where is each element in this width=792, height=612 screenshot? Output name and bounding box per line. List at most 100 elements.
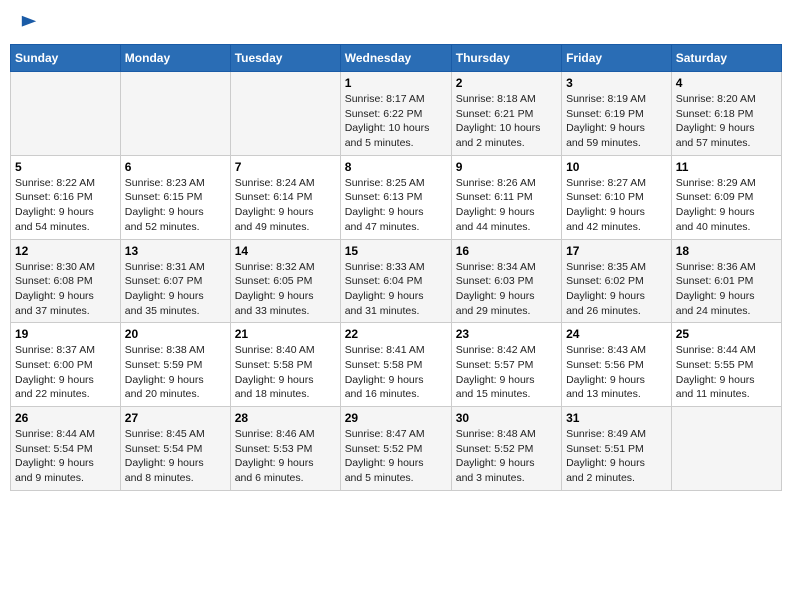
day-cell: 10Sunrise: 8:27 AM Sunset: 6:10 PM Dayli…: [562, 155, 672, 239]
day-number: 15: [345, 244, 447, 258]
day-cell: 23 Sunrise: 8:42 AM Sunset: 5:57 PM Dayli…: [451, 323, 561, 407]
weekday-header-row: SundayMondayTuesdayWednesdayThursdayFrid…: [11, 45, 782, 72]
page-container: SundayMondayTuesdayWednesdayThursdayFrid…: [10, 10, 782, 491]
day-cell: 14 Sunrise: 8:32 AM Sunset: 6:05 PM Dayli…: [230, 239, 340, 323]
day-number: 17: [566, 244, 667, 258]
day-info: Sunrise: 8:40 AM Sunset: 5:58 PM Dayligh…: [235, 343, 336, 402]
day-info: Sunrise: 8:37 AM Sunset: 6:00 PM Dayligh…: [15, 343, 116, 402]
day-cell: [230, 72, 340, 156]
weekday-header-monday: Monday: [120, 45, 230, 72]
day-cell: 11Sunrise: 8:29 AM Sunset: 6:09 PM Dayli…: [671, 155, 781, 239]
day-cell: 26Sunrise: 8:44 AM Sunset: 5:54 PM Dayli…: [11, 407, 121, 491]
day-number: 31: [566, 411, 667, 425]
day-info: Sunrise: 8:33 AM Sunset: 6:04 PM Dayligh…: [345, 260, 447, 319]
day-number: 11: [676, 160, 777, 174]
day-cell: 30 Sunrise: 8:48 AM Sunset: 5:52 PM Dayli…: [451, 407, 561, 491]
day-number: 22: [345, 327, 447, 341]
day-cell: 27Sunrise: 8:45 AM Sunset: 5:54 PM Dayli…: [120, 407, 230, 491]
day-cell: 21Sunrise: 8:40 AM Sunset: 5:58 PM Dayli…: [230, 323, 340, 407]
day-info: Sunrise: 8:25 AM Sunset: 6:13 PM Dayligh…: [345, 176, 447, 235]
week-row-3: 12 Sunrise: 8:30 AM Sunset: 6:08 PM Dayli…: [11, 239, 782, 323]
day-info: Sunrise: 8:44 AM Sunset: 5:54 PM Dayligh…: [15, 427, 116, 486]
day-info: Sunrise: 8:31 AM Sunset: 6:07 PM Dayligh…: [125, 260, 226, 319]
day-info: Sunrise: 8:45 AM Sunset: 5:54 PM Dayligh…: [125, 427, 226, 486]
day-cell: 31 Sunrise: 8:49 AM Sunset: 5:51 PM Dayli…: [562, 407, 672, 491]
header: [10, 10, 782, 36]
day-info: Sunrise: 8:17 AM Sunset: 6:22 PM Dayligh…: [345, 92, 447, 151]
week-row-1: 1 Sunrise: 8:17 AM Sunset: 6:22 PM Daylig…: [11, 72, 782, 156]
logo-flag-icon: [20, 14, 38, 32]
day-number: 24: [566, 327, 667, 341]
day-number: 4: [676, 76, 777, 90]
day-info: Sunrise: 8:22 AM Sunset: 6:16 PM Dayligh…: [15, 176, 116, 235]
day-info: Sunrise: 8:49 AM Sunset: 5:51 PM Dayligh…: [566, 427, 667, 486]
day-info: Sunrise: 8:38 AM Sunset: 5:59 PM Dayligh…: [125, 343, 226, 402]
day-cell: 29 Sunrise: 8:47 AM Sunset: 5:52 PM Dayli…: [340, 407, 451, 491]
day-cell: 16 Sunrise: 8:34 AM Sunset: 6:03 PM Dayli…: [451, 239, 561, 323]
day-info: Sunrise: 8:32 AM Sunset: 6:05 PM Dayligh…: [235, 260, 336, 319]
day-info: Sunrise: 8:48 AM Sunset: 5:52 PM Dayligh…: [456, 427, 557, 486]
day-cell: 7 Sunrise: 8:24 AM Sunset: 6:14 PM Daylig…: [230, 155, 340, 239]
weekday-header-tuesday: Tuesday: [230, 45, 340, 72]
day-cell: 17 Sunrise: 8:35 AM Sunset: 6:02 PM Dayli…: [562, 239, 672, 323]
day-cell: 19 Sunrise: 8:37 AM Sunset: 6:00 PM Dayli…: [11, 323, 121, 407]
calendar-table: SundayMondayTuesdayWednesdayThursdayFrid…: [10, 44, 782, 491]
day-cell: 9 Sunrise: 8:26 AM Sunset: 6:11 PM Daylig…: [451, 155, 561, 239]
day-number: 20: [125, 327, 226, 341]
week-row-4: 19 Sunrise: 8:37 AM Sunset: 6:00 PM Dayli…: [11, 323, 782, 407]
day-cell: 20 Sunrise: 8:38 AM Sunset: 5:59 PM Dayli…: [120, 323, 230, 407]
day-cell: 8 Sunrise: 8:25 AM Sunset: 6:13 PM Daylig…: [340, 155, 451, 239]
day-number: 14: [235, 244, 336, 258]
day-cell: 3Sunrise: 8:19 AM Sunset: 6:19 PM Daylig…: [562, 72, 672, 156]
day-cell: [11, 72, 121, 156]
day-info: Sunrise: 8:20 AM Sunset: 6:18 PM Dayligh…: [676, 92, 777, 151]
day-number: 18: [676, 244, 777, 258]
day-cell: 6 Sunrise: 8:23 AM Sunset: 6:15 PM Daylig…: [120, 155, 230, 239]
day-cell: 1 Sunrise: 8:17 AM Sunset: 6:22 PM Daylig…: [340, 72, 451, 156]
day-info: Sunrise: 8:41 AM Sunset: 5:58 PM Dayligh…: [345, 343, 447, 402]
day-number: 25: [676, 327, 777, 341]
day-number: 6: [125, 160, 226, 174]
day-number: 29: [345, 411, 447, 425]
day-number: 12: [15, 244, 116, 258]
weekday-header-friday: Friday: [562, 45, 672, 72]
day-number: 1: [345, 76, 447, 90]
day-number: 5: [15, 160, 116, 174]
day-number: 3: [566, 76, 667, 90]
day-cell: 4 Sunrise: 8:20 AM Sunset: 6:18 PM Daylig…: [671, 72, 781, 156]
day-info: Sunrise: 8:34 AM Sunset: 6:03 PM Dayligh…: [456, 260, 557, 319]
day-info: Sunrise: 8:18 AM Sunset: 6:21 PM Dayligh…: [456, 92, 557, 151]
day-cell: 18 Sunrise: 8:36 AM Sunset: 6:01 PM Dayli…: [671, 239, 781, 323]
logo: [18, 14, 38, 32]
day-info: Sunrise: 8:42 AM Sunset: 5:57 PM Dayligh…: [456, 343, 557, 402]
day-number: 9: [456, 160, 557, 174]
day-cell: 28Sunrise: 8:46 AM Sunset: 5:53 PM Dayli…: [230, 407, 340, 491]
day-info: Sunrise: 8:36 AM Sunset: 6:01 PM Dayligh…: [676, 260, 777, 319]
weekday-header-wednesday: Wednesday: [340, 45, 451, 72]
weekday-header-saturday: Saturday: [671, 45, 781, 72]
day-cell: 12 Sunrise: 8:30 AM Sunset: 6:08 PM Dayli…: [11, 239, 121, 323]
day-info: Sunrise: 8:23 AM Sunset: 6:15 PM Dayligh…: [125, 176, 226, 235]
day-info: Sunrise: 8:24 AM Sunset: 6:14 PM Dayligh…: [235, 176, 336, 235]
day-info: Sunrise: 8:30 AM Sunset: 6:08 PM Dayligh…: [15, 260, 116, 319]
day-info: Sunrise: 8:47 AM Sunset: 5:52 PM Dayligh…: [345, 427, 447, 486]
day-info: Sunrise: 8:26 AM Sunset: 6:11 PM Dayligh…: [456, 176, 557, 235]
day-cell: 13 Sunrise: 8:31 AM Sunset: 6:07 PM Dayli…: [120, 239, 230, 323]
day-number: 8: [345, 160, 447, 174]
day-info: Sunrise: 8:35 AM Sunset: 6:02 PM Dayligh…: [566, 260, 667, 319]
week-row-2: 5 Sunrise: 8:22 AM Sunset: 6:16 PM Daylig…: [11, 155, 782, 239]
day-cell: 24 Sunrise: 8:43 AM Sunset: 5:56 PM Dayli…: [562, 323, 672, 407]
day-number: 23: [456, 327, 557, 341]
day-number: 30: [456, 411, 557, 425]
day-number: 16: [456, 244, 557, 258]
day-cell: [671, 407, 781, 491]
day-cell: 25Sunrise: 8:44 AM Sunset: 5:55 PM Dayli…: [671, 323, 781, 407]
day-cell: 22 Sunrise: 8:41 AM Sunset: 5:58 PM Dayli…: [340, 323, 451, 407]
day-number: 7: [235, 160, 336, 174]
day-info: Sunrise: 8:43 AM Sunset: 5:56 PM Dayligh…: [566, 343, 667, 402]
day-cell: 2Sunrise: 8:18 AM Sunset: 6:21 PM Daylig…: [451, 72, 561, 156]
day-number: 13: [125, 244, 226, 258]
day-number: 10: [566, 160, 667, 174]
day-number: 19: [15, 327, 116, 341]
day-cell: [120, 72, 230, 156]
